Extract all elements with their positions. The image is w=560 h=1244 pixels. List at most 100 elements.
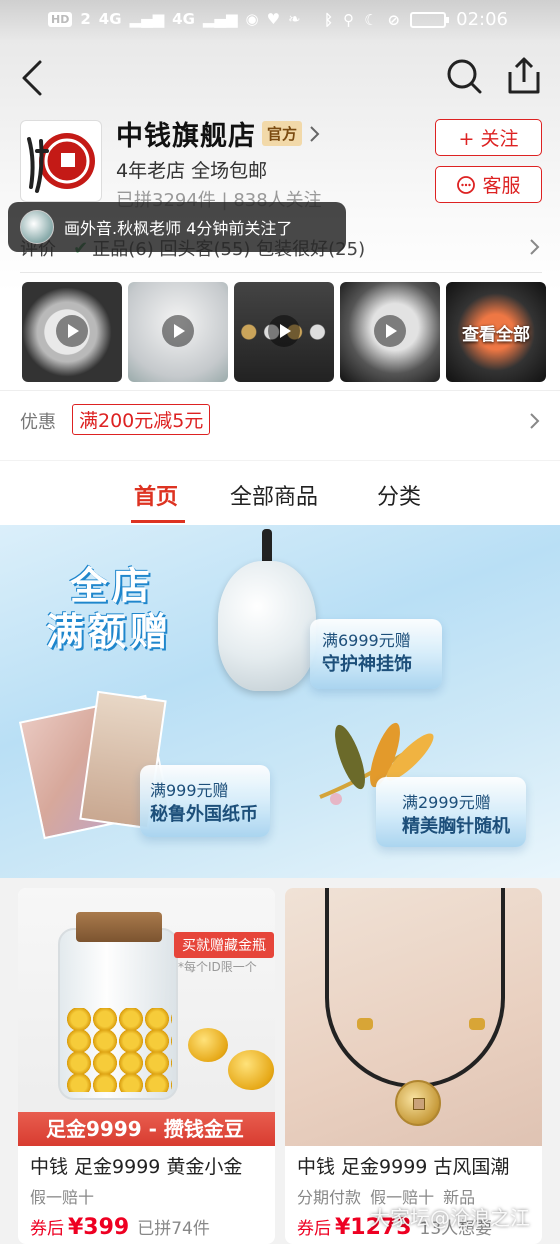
gold-bean-image [228,1050,274,1090]
official-badge: 官方 [262,121,303,146]
hd-indicator: HD [48,11,73,27]
gift-tag: 买就赠藏金瓶 [174,932,274,958]
eye-icon: ◉ [245,10,259,28]
store-header: 中钱旗舰店 官方 4年老店 全场包邮 已拼3294件 | 838人关注 + 关注… [0,40,560,460]
gift1-text: 满6999元赠 守护神挂饰 [322,629,412,677]
sim-indicator: 2 [80,10,91,28]
play-icon [268,315,300,347]
gold-bean-image [188,1028,228,1062]
store-page: HD 2 4G ▂▄▆ 4G ▂▄▆ ◉ ♥ ❧ ᛒ ⚲ ☾ ⊘ 02:06 中… [0,0,560,1244]
network-4g-indicator-2: 4G [172,10,195,28]
gift3-condition: 满2999元赠 [402,793,491,812]
banner-title-line1: 全店 [70,564,155,608]
product-image-banner: 足金9999 - 攒钱金豆 [18,1112,275,1146]
signal-icon: ▂▄▆ [129,10,165,28]
product-card[interactable]: 买就赠藏金瓶 *每个ID限一个 足金9999 - 攒钱金豆 中钱 足金9999 … [18,888,275,1244]
sold-count: 已拼74件 [137,1219,210,1239]
video-strip: 查看全部 [22,282,560,382]
watermark: 大家坛@沧浪之江 [370,1206,530,1230]
store-seal-logo [27,133,95,193]
gift1-condition: 满6999元赠 [322,631,411,650]
product-image: 买就赠藏金瓶 *每个ID限一个 足金9999 - 攒钱金豆 [18,888,275,1146]
tab-all-products[interactable]: 全部商品 [230,479,318,511]
toast-text: 画外音.秋枫老师 4分钟前关注了 [64,219,293,238]
share-icon[interactable] [506,56,542,94]
chevron-right-icon [530,239,540,255]
price-row: 券后 ¥399 已拼74件 [30,1214,210,1240]
tab-categories[interactable]: 分类 [377,479,421,511]
heart-icon: ♥ [266,10,281,28]
view-all-videos[interactable]: 查看全部 [446,282,546,382]
divider [0,390,560,391]
tab-home[interactable]: 首页 [134,479,178,511]
product-image [285,888,542,1146]
price-prefix: 券后 [30,1219,64,1239]
necklace-cord-image [325,888,505,1088]
moon-icon: ☾ [364,10,378,29]
chevron-right-icon[interactable] [528,412,540,430]
signal-icon-2: ▂▄▆ [202,10,238,28]
product-grid: 买就赠藏金瓶 *每个ID限一个 足金9999 - 攒钱金豆 中钱 足金9999 … [0,878,560,1244]
network-4g-indicator: 4G [98,10,122,28]
gift2-text: 满999元赠 秘鲁外国纸币 [150,779,258,827]
video-thumbnail[interactable] [340,282,440,382]
gift3-text: 满2999元赠 精美胸针随机 [402,791,510,839]
store-logo[interactable] [20,120,102,202]
gift3-item: 精美胸针随机 [402,816,510,837]
divider [20,272,542,273]
back-arrow-icon[interactable] [18,58,48,98]
banner-title-line2: 满额赠 [46,610,173,654]
avatar [20,210,54,244]
status-right: ᛒ ⚲ ☾ ⊘ 02:06 [324,9,508,30]
bluetooth-icon: ᛒ [324,10,334,29]
pendant-cord [262,529,272,565]
follow-label: + 关注 [458,128,519,150]
active-tab-indicator [131,520,185,523]
follow-toast: 画外音.秋枫老师 4分钟前关注了 [8,202,346,252]
product-title: 中钱 足金9999 黄金小金 [30,1156,243,1178]
store-subtitle: 4年老店 全场包邮 [116,160,268,182]
gold-bead-image [469,1018,485,1030]
video-thumbnail[interactable] [22,282,122,382]
leaf-icon: ❧ [288,10,301,28]
gift2-condition: 满999元赠 [150,781,229,800]
gift1-item: 守护神挂饰 [322,654,412,675]
chat-bubble-icon [457,175,476,194]
play-icon [56,315,88,347]
ancient-coin-pendant-image [395,1080,441,1126]
location-icon: ⚲ [343,10,355,29]
price: ¥399 [68,1215,130,1240]
status-bar: HD 2 4G ▂▄▆ 4G ▂▄▆ ◉ ♥ ❧ ᛒ ⚲ ☾ ⊘ 02:06 [0,0,560,40]
gift2-item: 秘鲁外国纸币 [150,804,258,825]
battery-icon [410,11,450,28]
store-name: 中钱旗舰店 [116,121,256,152]
gold-beans-image [66,1008,172,1092]
product-title: 中钱 足金9999 古风国潮 [297,1156,510,1178]
play-icon [374,315,406,347]
chevron-right-icon [310,125,320,142]
service-label: 客服 [482,175,521,197]
cork-image [76,912,162,942]
video-thumbnail[interactable] [234,282,334,382]
coupon-tag[interactable]: 满200元减5元 [72,404,211,435]
gold-bead-image [357,1018,373,1030]
price-prefix: 券后 [297,1219,331,1239]
follow-button[interactable]: + 关注 [435,119,542,156]
promo-banner[interactable]: 全店 满额赠 满6999元赠 守护神挂饰 满999元赠 秘鲁外国纸币 满2999… [0,525,560,878]
status-left: HD 2 4G ▂▄▆ 4G ▂▄▆ ◉ ♥ ❧ [48,10,301,28]
search-icon[interactable] [446,58,482,94]
gift-note: *每个ID限一个 [178,960,257,974]
mute-icon: ⊘ [387,10,401,29]
store-tabs: 首页 全部商品 分类 [0,461,560,525]
store-name-row[interactable]: 中钱旗舰店 官方 [116,114,320,153]
product-card[interactable]: 中钱 足金9999 古风国潮 分期付款 假一赔十 新品 券后 ¥1273 13人… [285,888,542,1244]
clock: 02:06 [456,9,508,30]
view-all-label: 查看全部 [462,325,530,345]
play-icon [162,315,194,347]
promo-label: 优惠 [20,412,56,433]
product-tags: 假一赔十 [30,1188,95,1207]
video-thumbnail[interactable] [128,282,228,382]
customer-service-button[interactable]: 客服 [435,166,542,203]
banner-title: 全店 满额赠 [46,563,172,655]
jade-pendant-image [218,561,316,691]
